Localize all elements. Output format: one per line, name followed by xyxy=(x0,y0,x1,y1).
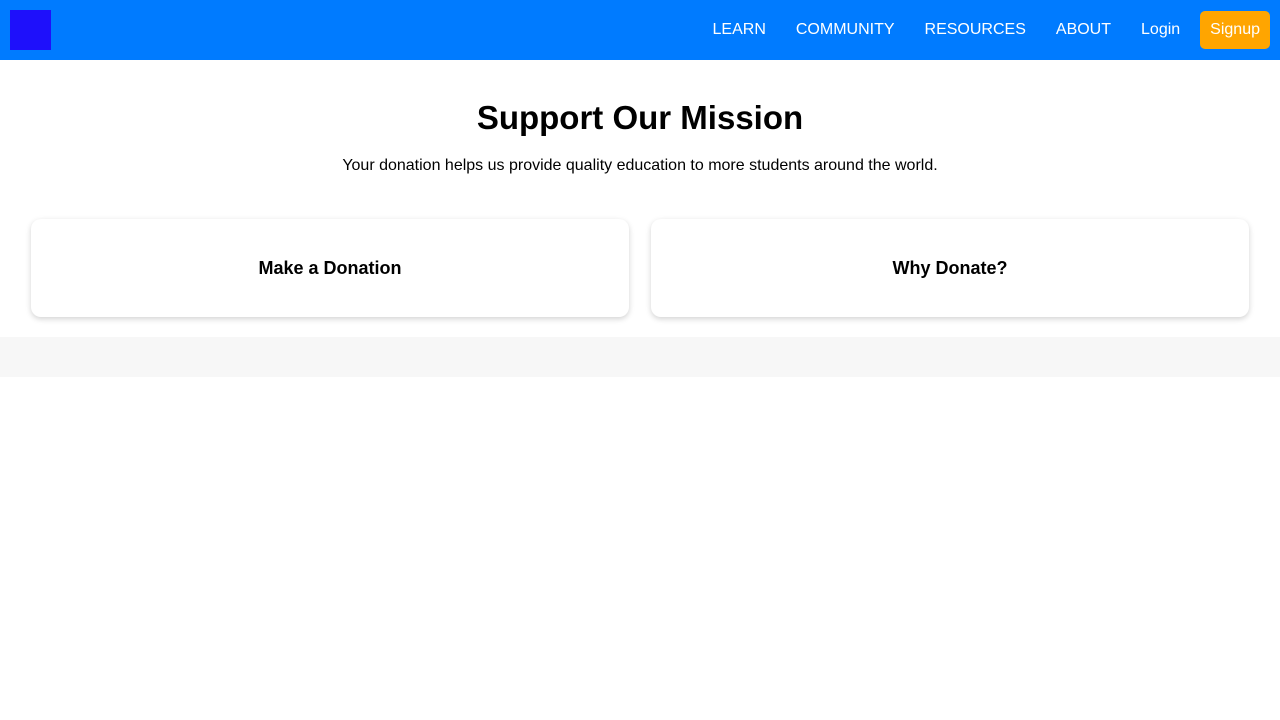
logo[interactable] xyxy=(10,10,51,50)
nav-links: LEARN COMMUNITY RESOURCES ABOUT Login Si… xyxy=(698,0,1270,60)
page-subtitle: Your donation helps us provide quality e… xyxy=(342,157,938,174)
top-navbar: LEARN COMMUNITY RESOURCES ABOUT Login Si… xyxy=(0,0,1280,60)
donation-card[interactable]: Make a Donation xyxy=(31,219,629,317)
signup-button[interactable]: Signup xyxy=(1200,11,1270,49)
footer xyxy=(0,337,1280,377)
nav-link-about[interactable]: ABOUT xyxy=(1041,0,1126,60)
nav-link-learn[interactable]: LEARN xyxy=(698,0,781,60)
login-link[interactable]: Login xyxy=(1126,0,1200,60)
hero-section: Support Our Mission Your donation helps … xyxy=(0,60,1280,176)
donation-card-title: Make a Donation xyxy=(258,257,402,278)
cards-container: Make a Donation Why Donate? xyxy=(31,219,1249,317)
nav-link-resources[interactable]: RESOURCES xyxy=(910,0,1041,60)
why-donate-card-title: Why Donate? xyxy=(892,257,1008,278)
page-title: Support Our Mission xyxy=(476,99,804,136)
why-donate-card[interactable]: Why Donate? xyxy=(651,219,1249,317)
nav-link-community[interactable]: COMMUNITY xyxy=(781,0,910,60)
